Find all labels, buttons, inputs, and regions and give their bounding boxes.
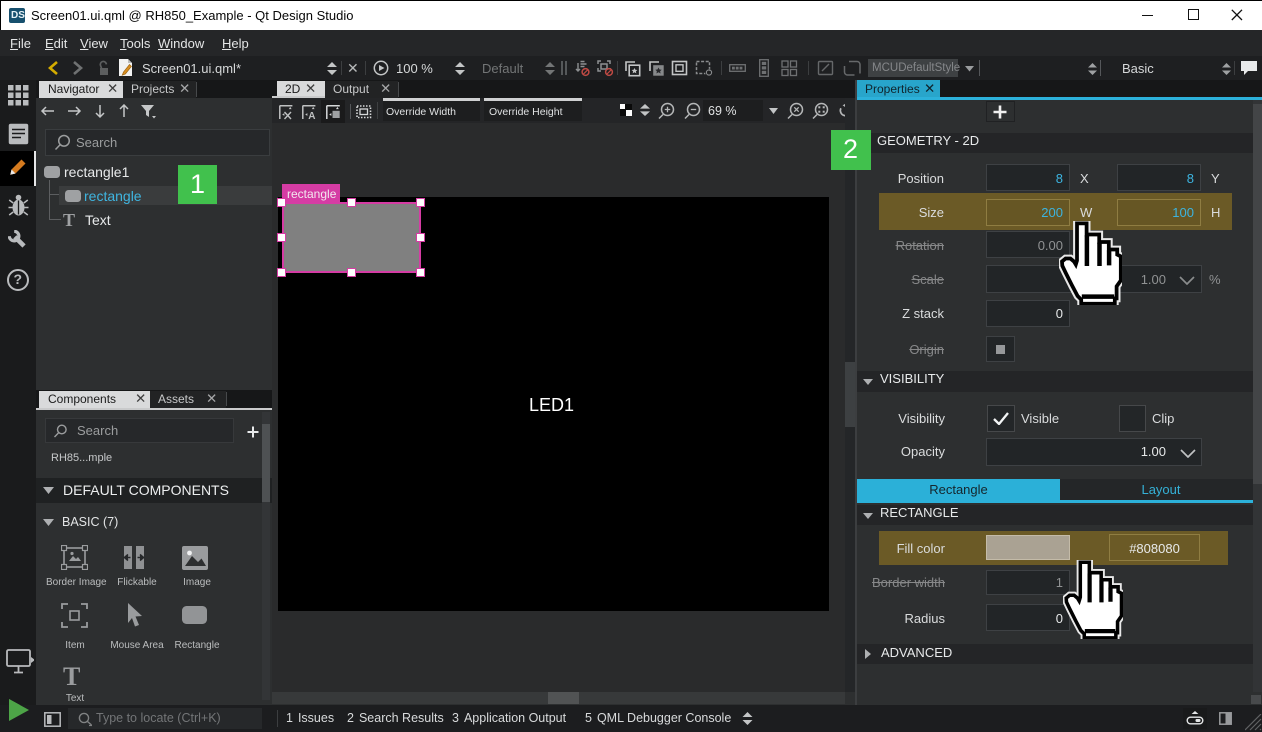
svg-text:A: A	[308, 111, 315, 120]
